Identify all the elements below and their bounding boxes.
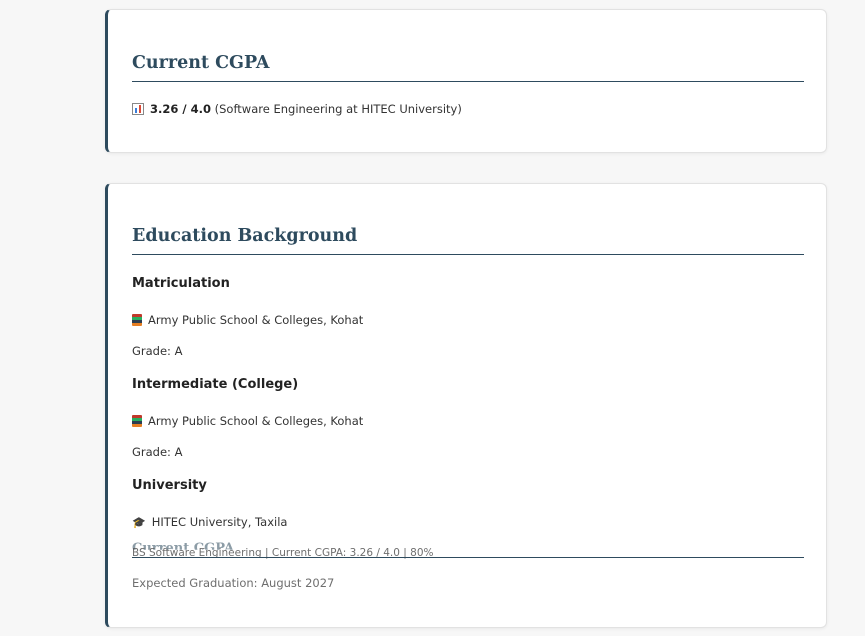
university-heading: University	[132, 478, 207, 493]
matriculation-grade: Grade: A	[132, 344, 183, 358]
matriculation-school: Army Public School & Colleges, Kohat	[132, 312, 363, 328]
cgpa-value: 3.26 / 4.0	[150, 102, 211, 116]
expected-graduation: Expected Graduation: August 2027	[132, 576, 335, 590]
education-card: Education Background Matriculation Army …	[105, 183, 827, 628]
matriculation-school-name: Army Public School & Colleges, Kohat	[148, 313, 364, 327]
overlap-divider	[132, 557, 804, 558]
books-icon	[132, 314, 142, 326]
university-school-name: HITEC University, Taxila	[151, 515, 288, 529]
matriculation-heading: Matriculation	[132, 276, 230, 291]
intermediate-heading: Intermediate (College)	[132, 377, 299, 392]
graduation-cap-icon: 🎓	[132, 516, 146, 529]
program-line: BS Software Engineering | Current CGPA: …	[132, 547, 434, 559]
cgpa-line: 3.26 / 4.0 (Software Engineering at HITE…	[132, 101, 462, 117]
intermediate-grade: Grade: A	[132, 445, 183, 459]
university-school: 🎓 HITEC University, Taxila	[132, 514, 287, 531]
cgpa-card: Current CGPA 3.26 / 4.0 (Software Engine…	[105, 9, 827, 153]
education-card-title: Education Background	[132, 225, 804, 255]
books-icon	[132, 415, 142, 427]
bar-chart-icon	[132, 103, 144, 115]
cgpa-card-title: Current CGPA	[132, 52, 804, 82]
intermediate-school-name: Army Public School & Colleges, Kohat	[148, 414, 364, 428]
cgpa-detail: (Software Engineering at HITEC Universit…	[214, 102, 462, 116]
intermediate-school: Army Public School & Colleges, Kohat	[132, 413, 363, 429]
